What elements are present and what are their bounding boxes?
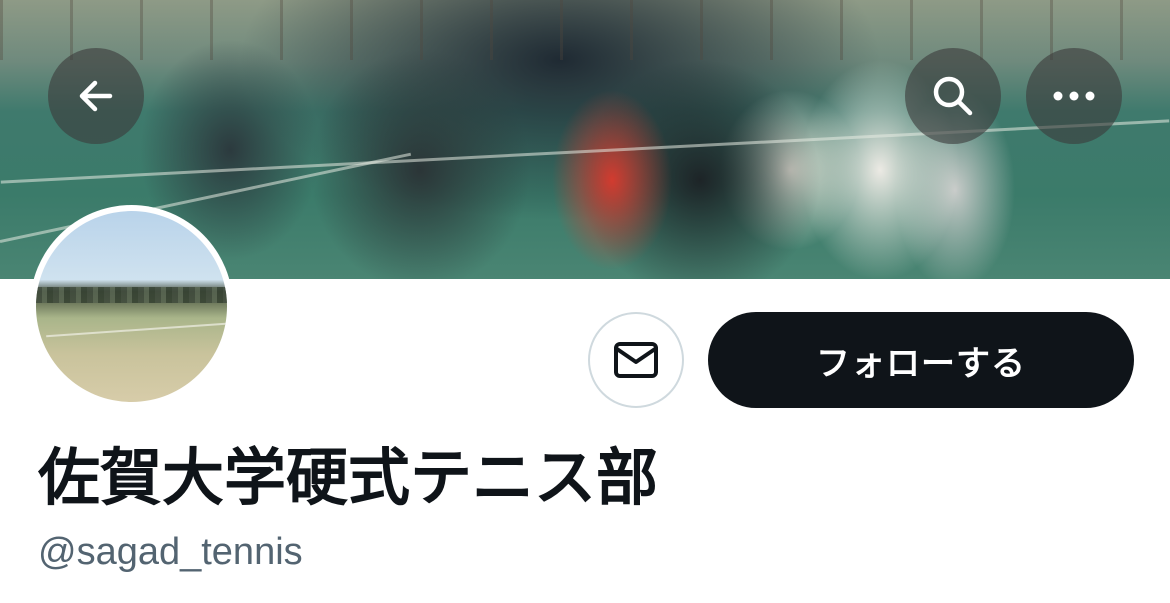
avatar-treeline xyxy=(36,287,227,303)
more-button[interactable] xyxy=(1026,48,1122,144)
back-button[interactable] xyxy=(48,48,144,144)
profile-handle: @sagad_tennis xyxy=(38,531,303,573)
avatar[interactable] xyxy=(30,205,233,408)
search-icon xyxy=(933,76,973,116)
message-button[interactable] xyxy=(588,312,684,408)
arrow-left-icon xyxy=(79,80,113,112)
more-horizontal-icon xyxy=(1053,91,1095,101)
banner-court-line xyxy=(0,119,1170,184)
profile-display-name: 佐賀大学硬式テニス部 xyxy=(38,441,659,514)
banner-court-line xyxy=(0,152,412,243)
avatar-image xyxy=(36,211,227,402)
banner-fence xyxy=(0,0,1170,60)
avatar-court-line xyxy=(46,322,226,338)
envelope-icon xyxy=(614,342,658,378)
search-button[interactable] xyxy=(905,48,1001,144)
follow-button[interactable]: フォローする xyxy=(708,312,1134,408)
